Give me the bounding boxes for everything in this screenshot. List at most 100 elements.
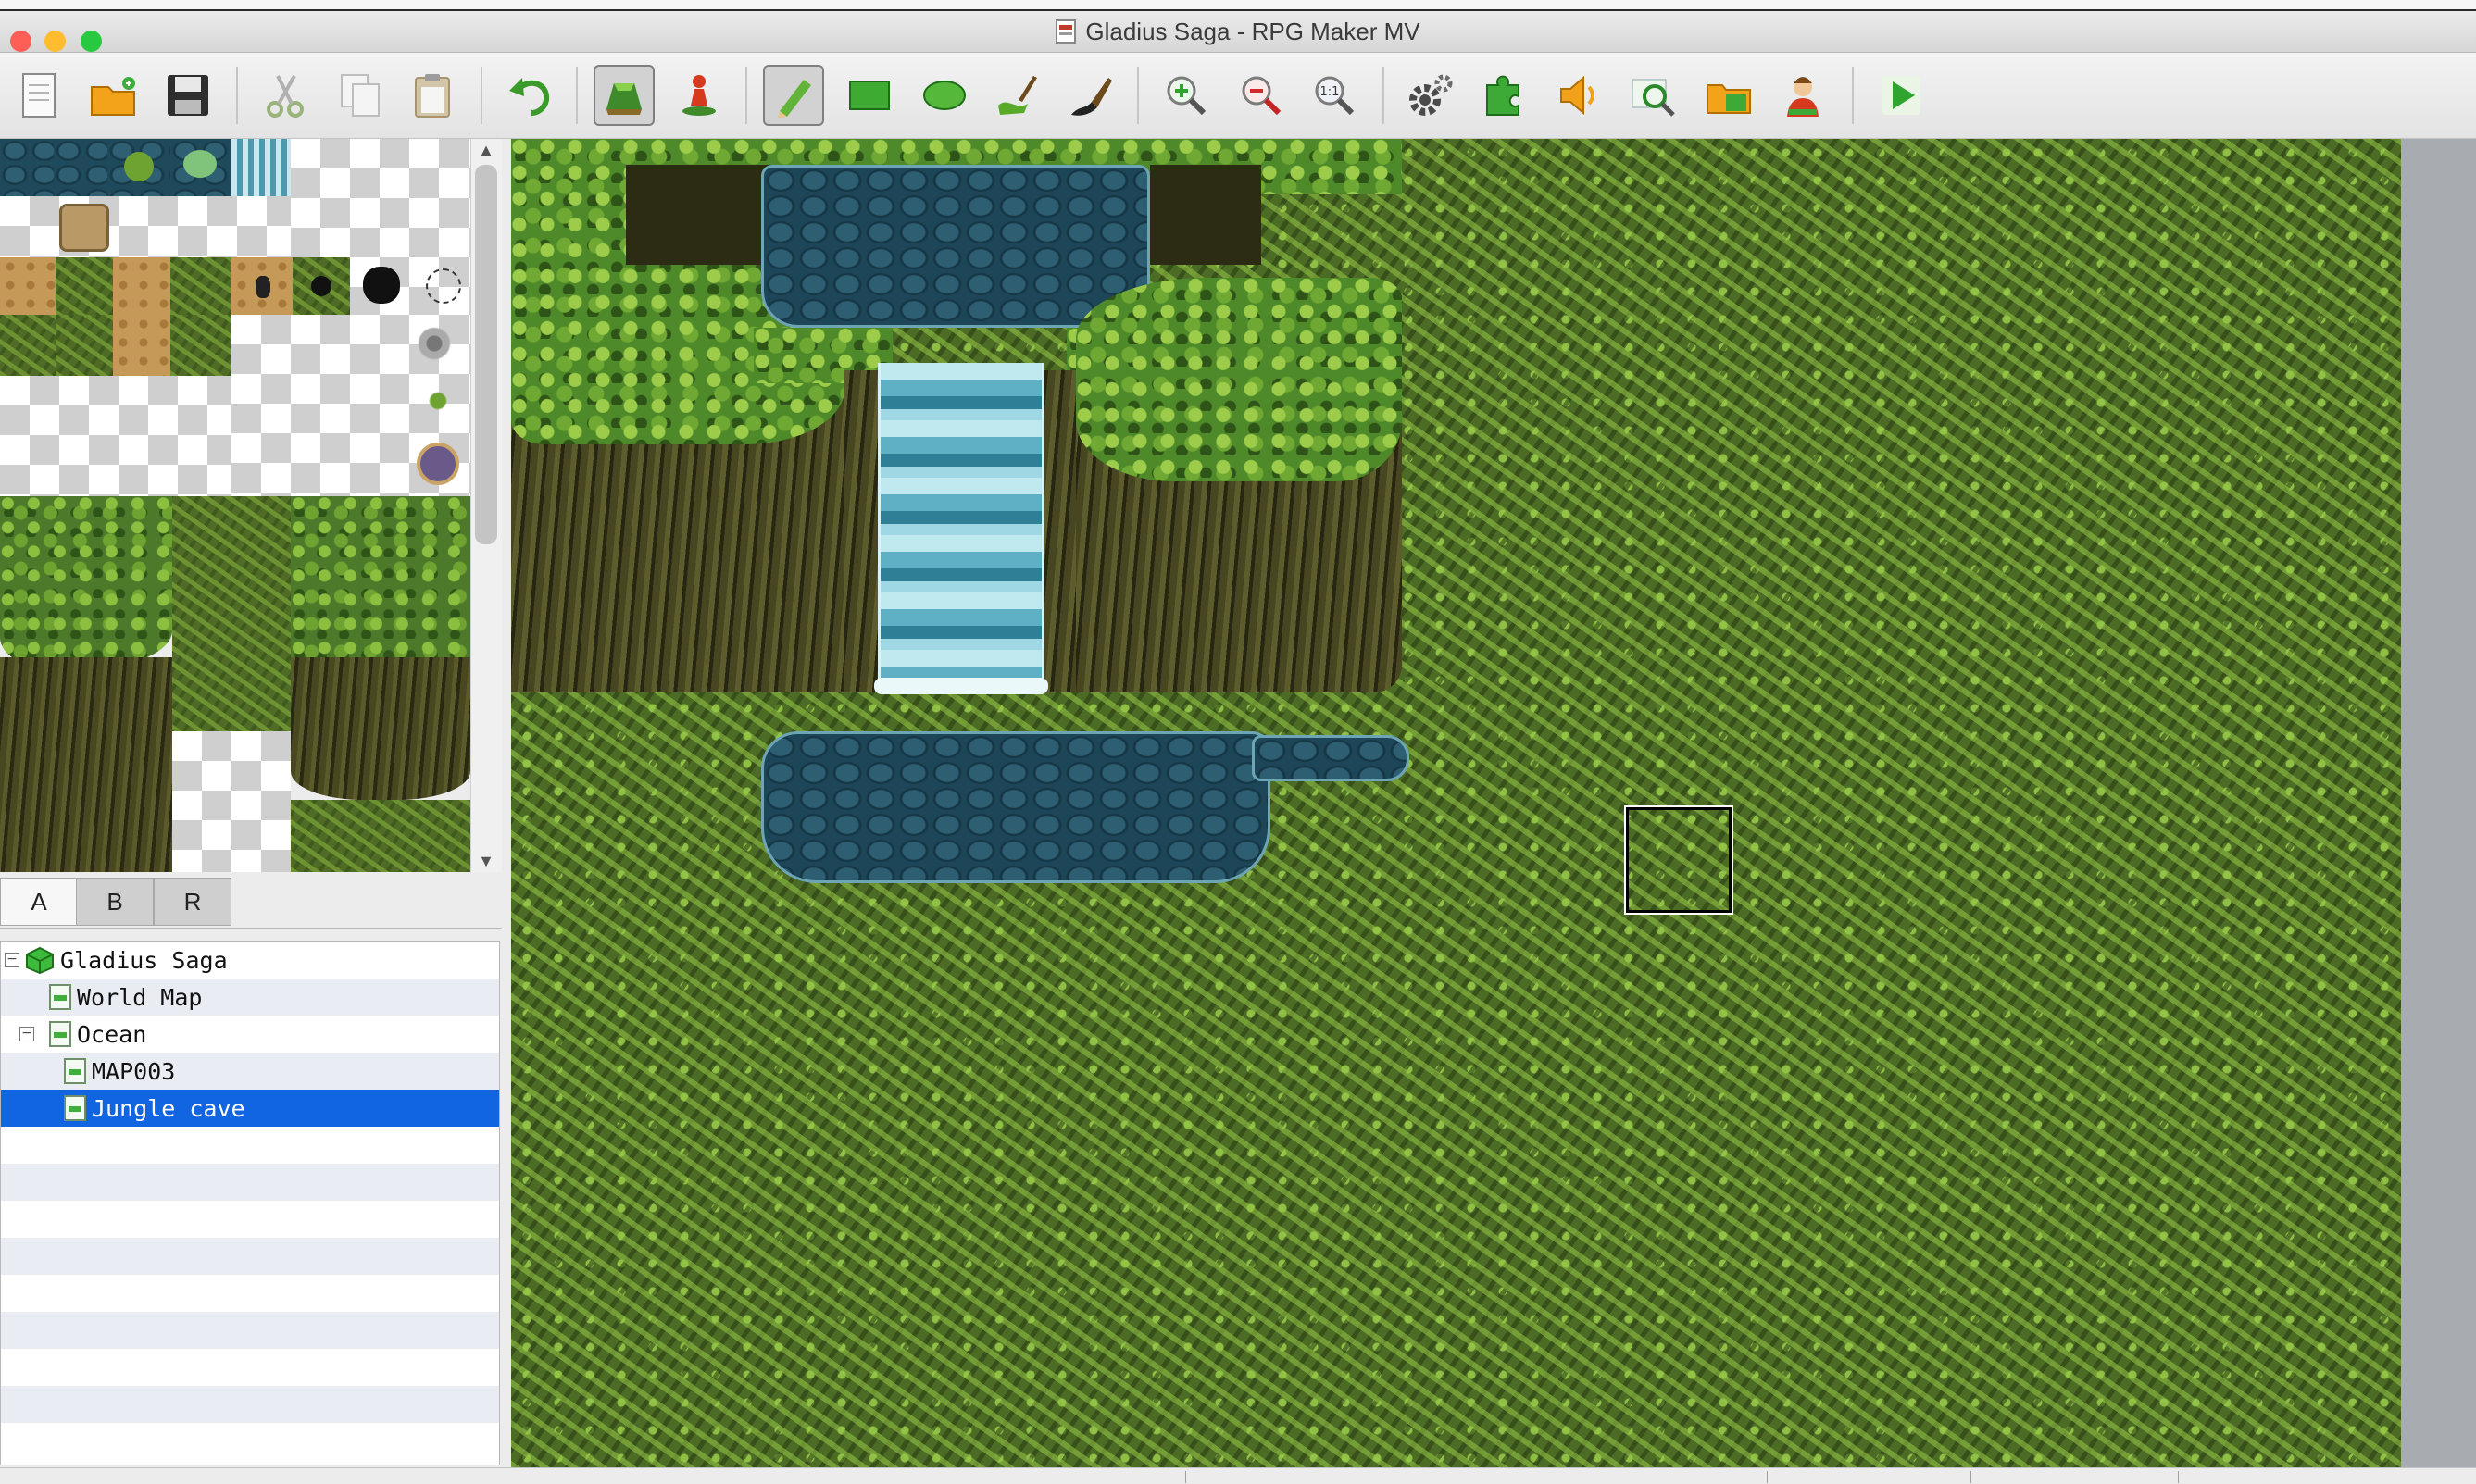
tile-smoke[interactable] (411, 320, 457, 367)
cut-button[interactable] (256, 65, 317, 126)
copy-button[interactable] (330, 65, 391, 126)
pencil-tool-button[interactable] (763, 65, 824, 126)
paste-button[interactable] (402, 65, 463, 126)
status-divider (2178, 1471, 2179, 1483)
tile-dirt-hole[interactable] (231, 257, 293, 315)
tile-grass[interactable] (0, 315, 56, 376)
collapse-icon[interactable]: − (5, 953, 19, 967)
tree-item-ocean[interactable]: − Ocean (19, 1016, 146, 1053)
zoom-actual-icon: 1:1 (1315, 76, 1355, 116)
zoom-out-button[interactable] (1231, 65, 1292, 126)
character-icon (1787, 77, 1819, 117)
shadow-pen-icon (1071, 78, 1112, 116)
tile-dirt[interactable] (0, 257, 56, 315)
map-icon (49, 984, 71, 1010)
tree-item-label: World Map (77, 983, 203, 1011)
rectangle-tool-button[interactable] (839, 65, 900, 126)
map-pond-bottom-extension (1252, 735, 1409, 781)
tile-water-lilypad[interactable] (170, 139, 231, 196)
map-mode-button[interactable] (594, 65, 655, 126)
gear-icon (1409, 74, 1453, 116)
tile-tree-trunk[interactable] (291, 657, 470, 800)
speaker-icon (1560, 75, 1594, 116)
tile-grass[interactable] (170, 257, 231, 315)
tile-tree-canopy[interactable] (291, 496, 470, 668)
collapse-icon[interactable]: − (19, 1027, 34, 1041)
tile-dirt[interactable] (113, 315, 170, 376)
plugin-manager-button[interactable] (1474, 65, 1535, 126)
tile-tree-trunk[interactable] (0, 657, 172, 872)
tile-stump[interactable] (59, 204, 109, 252)
project-document-icon (1056, 19, 1077, 44)
play-icon (1882, 76, 1920, 115)
flood-fill-tool-button[interactable] (987, 65, 1048, 126)
new-project-button[interactable] (8, 65, 69, 126)
zoom-in-icon (1167, 76, 1207, 116)
tab-a[interactable]: A (0, 878, 78, 926)
toolbar-separator (481, 67, 482, 124)
map-cliff-inner (844, 370, 882, 692)
new-document-icon (22, 73, 56, 118)
tile-sprout[interactable] (424, 387, 452, 415)
resource-manager-button[interactable] (1698, 65, 1759, 126)
tile-water[interactable] (54, 139, 107, 196)
status-bar (0, 1467, 2476, 1484)
map-canvas[interactable] (511, 139, 2401, 1467)
tree-item-world-map[interactable]: World Map (49, 979, 202, 1016)
actual-size-button[interactable]: 1:1 (1304, 65, 1365, 126)
database-button[interactable] (1399, 65, 1460, 126)
shadow-pen-tool-button[interactable] (1060, 65, 1121, 126)
tile-empty[interactable] (172, 731, 291, 872)
tile-water-bush[interactable] (107, 139, 170, 196)
tile-grass[interactable] (56, 315, 113, 376)
tileset-scroll-thumb[interactable] (475, 165, 497, 544)
open-project-button[interactable] (82, 65, 144, 126)
tileset-palette[interactable] (0, 139, 470, 872)
table-row (1, 1312, 499, 1349)
toolbar-separator (576, 67, 578, 124)
tile-empty[interactable] (291, 139, 470, 257)
tab-r[interactable]: R (154, 878, 231, 926)
sound-test-button[interactable] (1548, 65, 1609, 126)
character-generator-button[interactable] (1772, 65, 1833, 126)
tile-empty[interactable] (0, 196, 291, 257)
tile-dirt[interactable] (113, 257, 170, 315)
map-tree[interactable]: − Gladius Saga World Map − Ocean MAP003 … (0, 941, 500, 1465)
tile-grass[interactable] (56, 257, 113, 315)
panel-divider[interactable] (502, 139, 511, 1467)
tree-item-jungle-cave[interactable]: Jungle cave (64, 1090, 245, 1127)
tile-grass[interactable] (291, 800, 470, 872)
map-shadow (626, 165, 783, 265)
tile-empty[interactable] (350, 257, 470, 315)
toolbar-separator (236, 67, 238, 124)
tree-item-label: Jungle cave (92, 1094, 245, 1122)
event-mode-button[interactable] (669, 65, 730, 126)
playtest-button[interactable] (1870, 65, 1932, 126)
ellipse-tool-button[interactable] (914, 65, 975, 126)
map-gutter (2401, 139, 2476, 1467)
scroll-up-icon[interactable]: ▲ (476, 141, 496, 159)
tile-water[interactable] (0, 139, 54, 196)
zoom-in-button[interactable] (1156, 65, 1217, 126)
map-pond-bottom (761, 731, 1270, 883)
map-icon (64, 1095, 86, 1121)
tile-grass[interactable] (170, 315, 231, 376)
scroll-down-icon[interactable]: ▼ (476, 852, 496, 870)
actual-size-label: 1:1 (1320, 85, 1340, 99)
tree-item-gladius-saga[interactable]: − Gladius Saga (5, 942, 228, 979)
event-searcher-button[interactable] (1623, 65, 1684, 126)
tree-item-map003[interactable]: MAP003 (64, 1053, 175, 1090)
save-project-button[interactable] (157, 65, 219, 126)
tree-item-label: MAP003 (92, 1057, 176, 1085)
tab-b[interactable]: B (76, 878, 154, 926)
tile-grass-hole[interactable] (293, 257, 350, 315)
zoom-out-icon (1242, 76, 1282, 116)
toolbar-separator (1852, 67, 1854, 124)
tile-rock-ring[interactable] (417, 443, 459, 485)
table-row (1, 1127, 499, 1164)
undo-button[interactable] (498, 65, 559, 126)
tile-waterfall-top[interactable] (231, 139, 291, 196)
puzzle-icon (1486, 75, 1519, 116)
tile-tree-canopy[interactable] (0, 496, 172, 668)
clipboard-icon (415, 74, 450, 118)
